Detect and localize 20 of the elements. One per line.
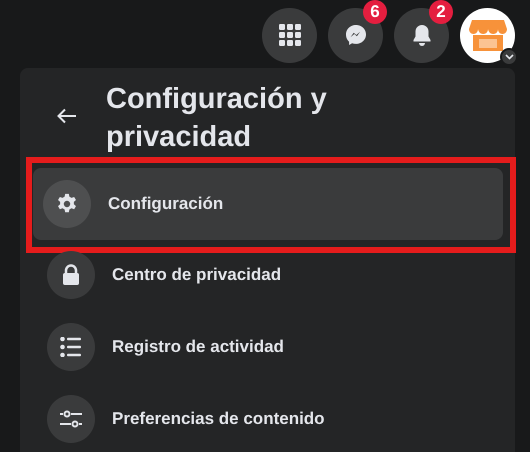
menu-item-label: Centro de privacidad <box>112 264 282 286</box>
menu-icon <box>278 24 300 46</box>
menu-item-label: Preferencias de contenido <box>112 408 325 430</box>
list-icon <box>60 337 82 357</box>
gear-icon <box>56 193 78 215</box>
notification-badge: 6 <box>363 0 387 24</box>
menu-item-label: Configuración <box>108 193 224 216</box>
chat-bubble-icon <box>344 23 368 47</box>
notification-badge: 2 <box>429 0 453 24</box>
menu-item[interactable]: Centro de privacidad <box>37 239 515 311</box>
menu-item-label: Registro de actividad <box>112 336 284 358</box>
menu-item[interactable]: Preferencias de contenido <box>37 383 515 452</box>
sliders-icon <box>59 409 83 429</box>
panel-title: Configuración y privacidad <box>106 82 328 155</box>
back-arrow-icon <box>57 108 77 124</box>
menu-item[interactable]: Registro de actividad <box>37 311 515 383</box>
storefront-icon <box>468 18 506 52</box>
lock-icon <box>61 264 81 286</box>
dropdown-caret-icon[interactable] <box>500 48 518 66</box>
menu-item[interactable]: Configuración <box>33 168 503 240</box>
